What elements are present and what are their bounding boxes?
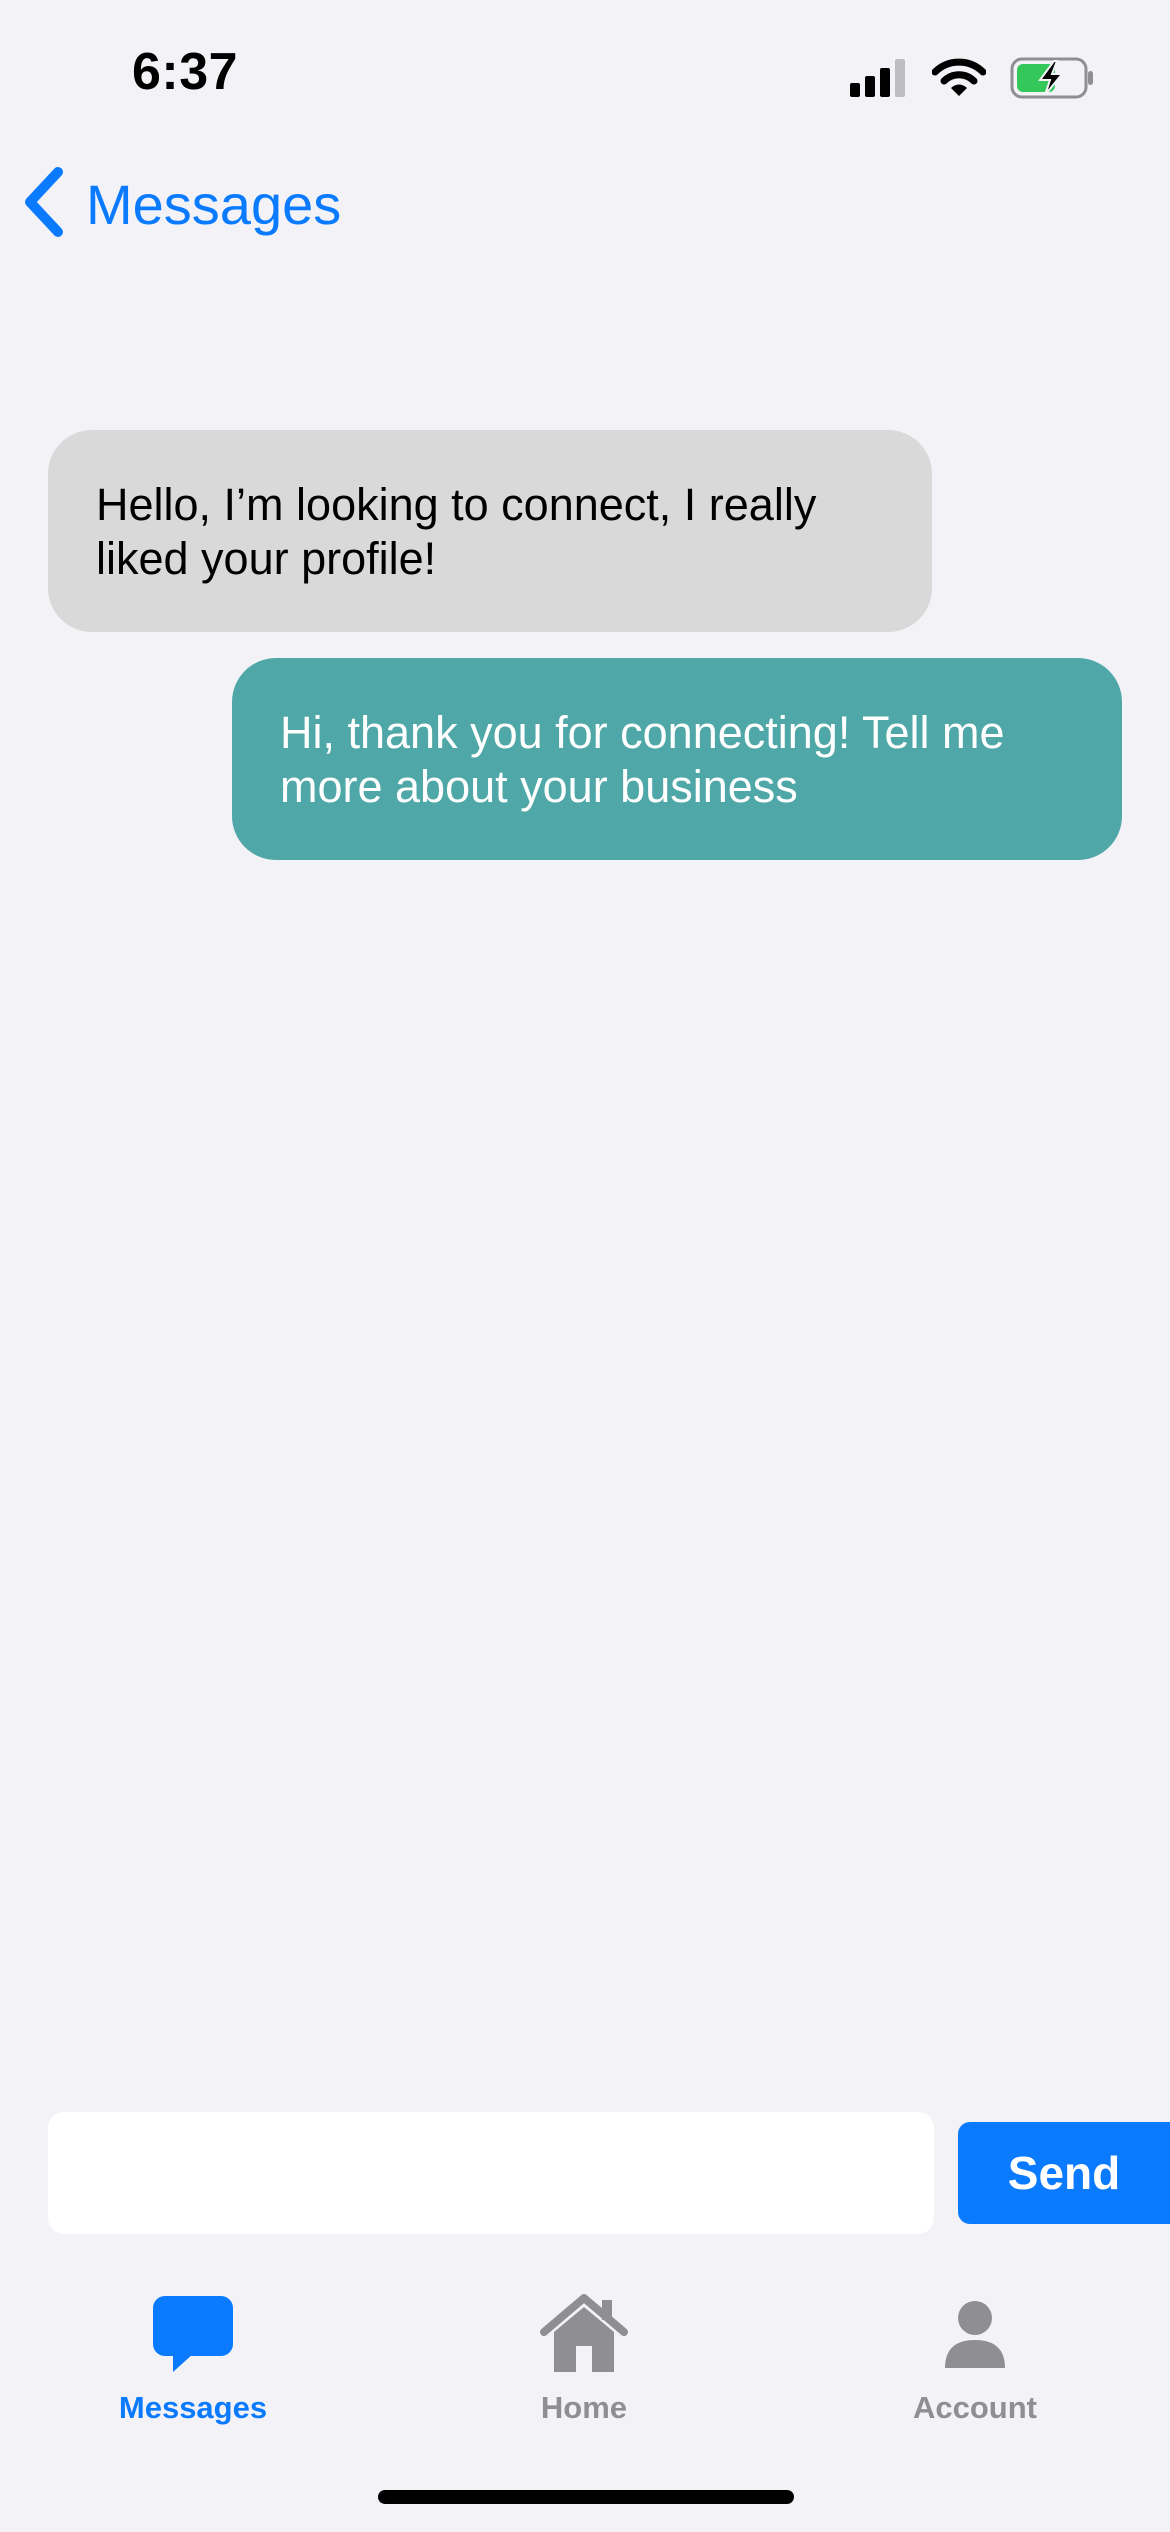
chat-bubble-icon (143, 2290, 243, 2378)
tab-account-label: Account (913, 2390, 1037, 2425)
home-indicator (378, 2490, 794, 2504)
tab-home[interactable]: Home (454, 2290, 714, 2440)
person-icon (925, 2290, 1025, 2378)
tab-account[interactable]: Account (845, 2290, 1105, 2440)
send-button[interactable]: Send (958, 2122, 1170, 2224)
tab-home-label: Home (540, 2390, 628, 2425)
battery-charging-icon (1010, 57, 1094, 99)
outgoing-message-bubble: Hi, thank you for connecting! Tell me mo… (232, 658, 1122, 860)
tab-messages-label: Messages (118, 2390, 268, 2425)
status-icons (850, 56, 1094, 100)
incoming-message-bubble: Hello, I’m looking to connect, I really … (48, 430, 932, 632)
wifi-icon (932, 58, 986, 98)
message-input[interactable] (48, 2112, 934, 2234)
tab-messages[interactable]: Messages (63, 2290, 323, 2440)
chevron-left-icon (20, 166, 68, 243)
cellular-signal-icon (850, 59, 908, 97)
back-button[interactable]: Messages (20, 162, 341, 246)
status-time: 6:37 (132, 43, 239, 101)
house-icon (534, 2290, 634, 2378)
status-bar: 6:37 (0, 0, 1170, 150)
back-button-label: Messages (86, 172, 342, 236)
